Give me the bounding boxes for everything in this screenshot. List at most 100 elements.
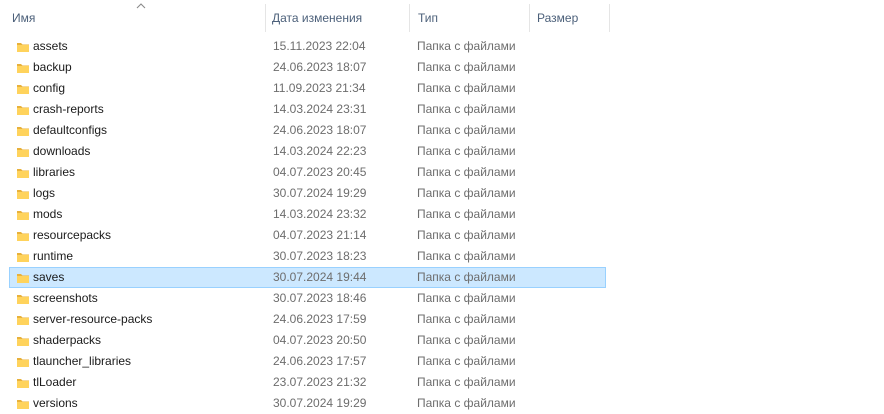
column-header-date-label: Дата изменения	[272, 11, 363, 25]
file-name: logs	[33, 186, 56, 200]
file-date-modified: 14.03.2024 22:23	[273, 144, 367, 158]
file-type: Папка с файлами	[417, 354, 516, 368]
column-header-name[interactable]: Имя	[8, 0, 266, 36]
file-row[interactable]: saves 30.07.2024 19:44 Папка с файлами	[9, 267, 606, 288]
file-row[interactable]: shaderpacks 04.07.2023 20:50 Папка с файла…	[9, 330, 606, 351]
folder-icon	[17, 211, 29, 220]
file-date-modified: 15.11.2023 22:04	[273, 39, 366, 53]
file-row[interactable]: tlLoader 23.07.2023 21:32 Папка с файлами	[9, 372, 606, 393]
file-date-modified: 04.07.2023 20:50	[273, 333, 367, 347]
file-date-modified: 04.07.2023 21:14	[273, 228, 367, 242]
file-name: config	[33, 81, 66, 95]
folder-icon	[17, 379, 29, 388]
column-header-type-label: Тип	[418, 11, 439, 25]
file-name: backup	[33, 60, 72, 74]
file-name: tlauncher_libraries	[33, 354, 132, 368]
file-type: Папка с файлами	[417, 249, 516, 263]
folder-icon	[17, 106, 29, 115]
file-row[interactable]: versions 30.07.2024 19:29 Папка с файлами	[9, 393, 606, 414]
folder-icon	[17, 169, 29, 178]
folder-icon	[17, 232, 29, 241]
file-name: screenshots	[33, 291, 98, 305]
file-type: Папка с файлами	[417, 144, 516, 158]
file-date-modified: 24.06.2023 17:57	[273, 354, 367, 368]
file-date-modified: 30.07.2024 19:29	[273, 396, 367, 410]
file-date-modified: 30.07.2023 18:23	[273, 249, 367, 263]
file-name: assets	[33, 39, 68, 53]
file-name: server-resource-packs	[33, 312, 153, 326]
folder-icon	[17, 190, 29, 199]
file-type: Папка с файлами	[417, 39, 516, 53]
file-date-modified: 14.03.2024 23:31	[273, 102, 367, 116]
folder-icon	[17, 148, 29, 157]
file-row[interactable]: mods 14.03.2024 23:32 Папка с файлами	[9, 204, 606, 225]
sort-ascending-icon	[136, 3, 146, 9]
file-type: Папка с файлами	[417, 165, 516, 179]
file-type: Папка с файлами	[417, 81, 516, 95]
column-header-name-label: Имя	[12, 11, 36, 25]
file-type: Папка с файлами	[417, 102, 516, 116]
file-type: Папка с файлами	[417, 207, 516, 221]
folder-icon	[17, 358, 29, 367]
file-row[interactable]: resourcepacks 04.07.2023 21:14 Папка с фай…	[9, 225, 606, 246]
column-header-type[interactable]: Тип	[414, 0, 530, 36]
file-row[interactable]: logs 30.07.2024 19:29 Папка с файлами	[9, 183, 606, 204]
column-header-bar: Имя Дата изменения Тип Размер	[0, 0, 884, 36]
file-row[interactable]: downloads 14.03.2024 22:23 Папка с файлами	[9, 141, 606, 162]
column-header-size-label: Размер	[537, 11, 579, 25]
folder-icon	[17, 127, 29, 136]
file-row[interactable]: crash-reports 14.03.2024 23:31 Папка с фай…	[9, 99, 606, 120]
file-type: Папка с файлами	[417, 333, 516, 347]
file-date-modified: 24.06.2023 17:59	[273, 312, 367, 326]
folder-icon	[17, 85, 29, 94]
file-name: mods	[33, 207, 63, 221]
file-date-modified: 23.07.2023 21:32	[273, 375, 367, 389]
file-name: runtime	[33, 249, 74, 263]
file-type: Папка с файлами	[417, 123, 516, 137]
file-date-modified: 04.07.2023 20:45	[273, 165, 367, 179]
file-date-modified: 24.06.2023 18:07	[273, 60, 367, 74]
file-type: Папка с файлами	[417, 291, 516, 305]
file-name: tlLoader	[33, 375, 77, 389]
folder-icon	[17, 253, 29, 262]
file-row[interactable]: server-resource-packs 24.06.2023 17:59 Пап…	[9, 309, 606, 330]
column-header-date[interactable]: Дата изменения	[268, 0, 410, 36]
file-name: libraries	[33, 165, 76, 179]
file-date-modified: 30.07.2023 18:46	[273, 291, 367, 305]
file-date-modified: 11.09.2023 21:34	[273, 81, 366, 95]
file-type: Папка с файлами	[417, 60, 516, 74]
file-row[interactable]: backup 24.06.2023 18:07 Папка с файлами	[9, 57, 606, 78]
column-separator[interactable]	[409, 4, 410, 32]
file-row[interactable]: tlauncher_libraries 24.06.2023 17:57 Папка…	[9, 351, 606, 372]
file-type: Папка с файлами	[417, 396, 516, 410]
file-name: saves	[33, 270, 65, 284]
file-name: versions	[33, 396, 78, 410]
folder-icon	[17, 274, 29, 283]
file-name: resourcepacks	[33, 228, 112, 242]
column-header-size[interactable]: Размер	[533, 0, 610, 36]
file-row[interactable]: screenshots 30.07.2023 18:46 Папка с файла…	[9, 288, 606, 309]
column-separator[interactable]	[265, 4, 266, 32]
column-separator[interactable]	[529, 4, 530, 32]
file-type: Папка с файлами	[417, 186, 516, 200]
file-type: Папка с файлами	[417, 228, 516, 242]
file-row[interactable]: assets 15.11.2023 22:04 Папка с файлами	[9, 36, 606, 57]
file-name: downloads	[33, 144, 91, 158]
folder-icon	[17, 43, 29, 52]
file-date-modified: 24.06.2023 18:07	[273, 123, 367, 137]
file-name: shaderpacks	[33, 333, 102, 347]
file-type: Папка с файлами	[417, 375, 516, 389]
column-separator[interactable]	[609, 4, 610, 32]
folder-icon	[17, 337, 29, 346]
file-type: Папка с файлами	[417, 312, 516, 326]
file-row[interactable]: runtime 30.07.2023 18:23 Папка с файлами	[9, 246, 606, 267]
file-name: defaultconfigs	[33, 123, 108, 137]
file-name: crash-reports	[33, 102, 104, 116]
file-row[interactable]: defaultconfigs 24.06.2023 18:07 Папка с фа…	[9, 120, 606, 141]
file-type: Папка с файлами	[417, 270, 516, 284]
file-row[interactable]: config 11.09.2023 21:34 Папка с файлами	[9, 78, 606, 99]
folder-icon	[17, 295, 29, 304]
file-date-modified: 30.07.2024 19:44	[273, 270, 367, 284]
folder-icon	[17, 400, 29, 409]
file-row[interactable]: libraries 04.07.2023 20:45 Папка с файлами	[9, 162, 606, 183]
